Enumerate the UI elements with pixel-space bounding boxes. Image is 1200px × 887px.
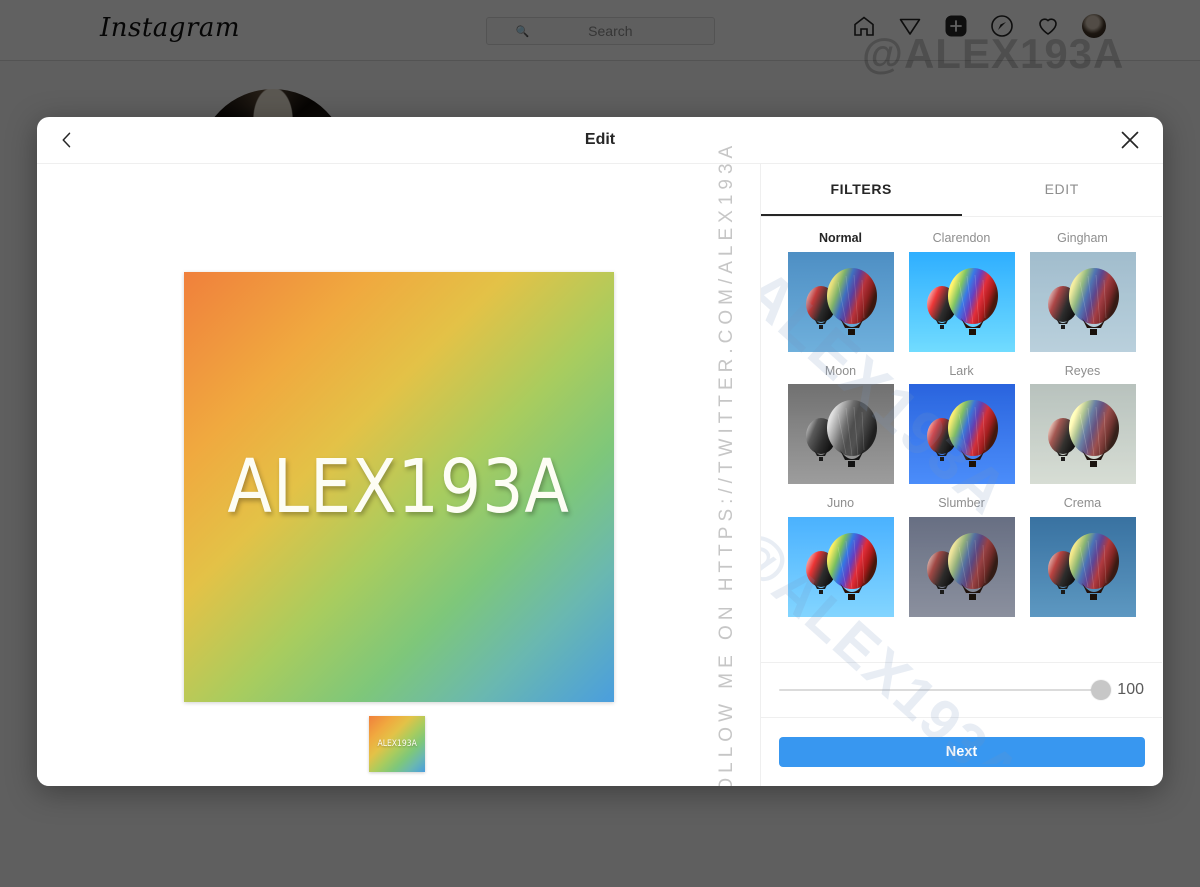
- filter-item-moon[interactable]: Moon: [785, 356, 896, 484]
- modal-footer: Next: [761, 717, 1162, 786]
- filter-label: Gingham: [1057, 231, 1108, 245]
- filter-thumbnail[interactable]: [908, 384, 1015, 484]
- filter-thumbnail[interactable]: [908, 516, 1015, 617]
- image-thumbnail-strip: ALEX193A: [369, 716, 425, 772]
- filter-label: Normal: [818, 231, 863, 245]
- filter-thumbnail[interactable]: [1029, 251, 1136, 352]
- filter-item-slumber[interactable]: Slumber: [906, 488, 1017, 617]
- preview-image-text: ALEX193A: [227, 444, 571, 530]
- filter-label: Juno: [826, 496, 855, 510]
- filter-label: Moon: [824, 363, 857, 378]
- slider-thumb[interactable]: [1091, 680, 1111, 700]
- watermark-vertical-text: FOLLOW ME ON HTTPS://TWITTER.COM/ALEX193…: [716, 140, 738, 786]
- tab-filters[interactable]: FILTERS: [761, 164, 962, 216]
- filter-label: Crema: [1063, 496, 1102, 510]
- filter-item-gingham[interactable]: Gingham: [1027, 223, 1138, 352]
- filter-thumbnail[interactable]: [787, 251, 894, 352]
- filter-thumbnail[interactable]: [787, 516, 894, 617]
- filter-thumbnail[interactable]: [908, 251, 1015, 352]
- page-title: Edit: [584, 131, 616, 148]
- filter-label: Slumber: [938, 496, 985, 510]
- image-editor-pane: ALEX193A ALEX193A FOLLOW ME ON HTTPS://T…: [37, 141, 761, 786]
- filter-grid: Normal Clarendon Gingham Moon Lark Reyes…: [761, 217, 1162, 662]
- tab-edit[interactable]: EDIT: [962, 164, 1163, 216]
- next-button[interactable]: Next: [778, 737, 1145, 767]
- image-thumbnail[interactable]: ALEX193A: [369, 716, 425, 772]
- filter-thumbnail[interactable]: [1029, 384, 1136, 484]
- edit-photo-modal: Edit ALEX193A ALEX193A FOLLOW ME ON HTTP…: [37, 117, 1163, 786]
- filter-item-clarendon[interactable]: Clarendon: [906, 223, 1017, 352]
- filter-item-lark[interactable]: Lark: [906, 356, 1017, 484]
- modal-header: Edit: [37, 117, 1163, 164]
- filter-item-crema[interactable]: Crema: [1027, 488, 1138, 617]
- filter-item-reyes[interactable]: Reyes: [1027, 356, 1138, 484]
- filters-pane: @ALEX193A @ALEX193A FILTERS EDIT Normal: [761, 164, 1162, 786]
- filter-label: Clarendon: [932, 231, 991, 245]
- chevron-left-icon[interactable]: [53, 126, 81, 154]
- filter-label: Reyes: [1064, 363, 1101, 378]
- modal-body: ALEX193A ALEX193A FOLLOW ME ON HTTPS://T…: [37, 141, 1163, 786]
- watermark-vertical: FOLLOW ME ON HTTPS://TWITTER.COM/ALEX193…: [697, 141, 757, 786]
- filter-label: Lark: [949, 363, 974, 378]
- filter-item-juno[interactable]: Juno: [785, 488, 896, 617]
- close-icon[interactable]: [1115, 125, 1145, 155]
- filter-strength-slider[interactable]: 100: [761, 662, 1162, 717]
- instagram-page: Instagram 🔍: [0, 0, 1200, 887]
- thumbnail-text: ALEX193A: [377, 739, 417, 749]
- slider-track[interactable]: [779, 680, 1111, 700]
- filter-thumbnail[interactable]: [1029, 516, 1136, 617]
- filter-thumbnail[interactable]: [787, 384, 894, 484]
- image-preview[interactable]: ALEX193A: [184, 272, 614, 702]
- filter-edit-tabs: FILTERS EDIT: [761, 164, 1162, 217]
- filter-item-normal[interactable]: Normal: [785, 223, 896, 352]
- slider-value: 100: [1117, 681, 1144, 698]
